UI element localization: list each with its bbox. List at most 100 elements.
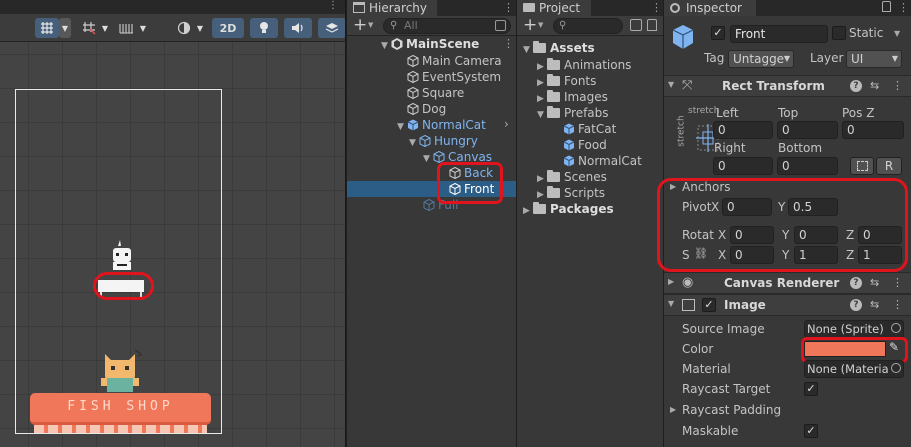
shading-dropdown-icon[interactable]: ▼ xyxy=(195,18,205,38)
lock-icon[interactable] xyxy=(647,19,657,31)
snap-dropdown-icon[interactable]: ▼ xyxy=(100,18,110,38)
collapse-icon[interactable]: ▶ xyxy=(670,402,676,418)
audio-icon[interactable] xyxy=(284,18,312,38)
shading-icon[interactable] xyxy=(173,18,195,38)
tree-item-dog[interactable]: Dog xyxy=(407,101,446,117)
object-picker-icon[interactable] xyxy=(891,323,901,333)
tree-item-label: MainScene xyxy=(406,37,480,51)
posz-input[interactable]: 0 xyxy=(842,121,904,139)
effects-icon[interactable] xyxy=(318,18,345,38)
preset-icon[interactable]: ⇆ xyxy=(870,79,879,92)
hierarchy-search-input[interactable]: ⚲ All xyxy=(383,18,511,34)
tree-item-hungry[interactable]: ▼ Hungry xyxy=(409,133,478,149)
bottom-input[interactable]: 0 xyxy=(777,157,838,175)
foldout-icon[interactable]: ▼ xyxy=(668,80,674,89)
top-input[interactable]: 0 xyxy=(777,121,838,139)
layer-dropdown[interactable]: UI ▼ xyxy=(846,50,902,68)
scene-menu-icon[interactable]: ⋮ xyxy=(503,37,514,50)
folder-animations[interactable]: ▶ Animations xyxy=(537,57,631,73)
material-field[interactable]: None (Materia xyxy=(804,360,904,378)
canvas-renderer-header[interactable]: ▶ ◉ Canvas Renderer ? ⇆ ⋮ xyxy=(664,272,911,294)
left-input[interactable]: 0 xyxy=(713,121,773,139)
help-icon[interactable]: ? xyxy=(850,299,862,311)
layer-value: UI xyxy=(851,52,864,66)
foldout-icon[interactable]: ▼ xyxy=(668,299,674,308)
tree-item-square[interactable]: Square xyxy=(407,85,464,101)
lighting-icon[interactable] xyxy=(250,18,278,38)
more-icon[interactable]: ⋮ xyxy=(651,1,662,14)
preset-icon[interactable]: ⇆ xyxy=(870,298,879,311)
expand-icon[interactable]: ▼ xyxy=(523,42,533,58)
active-checkbox[interactable]: ✓ xyxy=(711,26,725,40)
folder-packages[interactable]: ▶ Packages xyxy=(523,201,614,217)
search-filter-icon[interactable] xyxy=(495,20,506,31)
2d-toggle-button[interactable]: 2D xyxy=(212,18,244,38)
tree-item-normalcat[interactable]: ▼ NormalCat xyxy=(397,117,486,133)
component-menu-icon[interactable]: ⋮ xyxy=(892,298,903,311)
folder-fonts[interactable]: ▶ Fonts xyxy=(537,73,596,89)
grid-dropdown-icon[interactable]: ▼ xyxy=(59,18,71,38)
blueprint-mode-button[interactable] xyxy=(850,157,874,175)
shop-sign[interactable]: FISH SHOP xyxy=(30,393,211,425)
expand-icon[interactable]: ▼ xyxy=(381,38,391,54)
folder-label: Scripts xyxy=(564,186,606,200)
expand-icon[interactable]: ▼ xyxy=(423,151,433,167)
right-input[interactable]: 0 xyxy=(713,157,773,175)
asset-normalcat[interactable]: NormalCat xyxy=(563,153,642,169)
ruler-icon[interactable] xyxy=(116,18,138,38)
more-icon[interactable]: ⋮ xyxy=(328,0,338,11)
tree-item-mainscene[interactable]: ▼ MainScene xyxy=(381,36,479,52)
tab-inspector[interactable]: Inspector xyxy=(664,0,756,16)
raw-edit-button[interactable]: R xyxy=(876,157,902,175)
raycast-target-checkbox[interactable]: ✓ xyxy=(804,382,818,396)
folder-scenes[interactable]: ▶ Scenes xyxy=(537,169,607,185)
object-picker-icon[interactable] xyxy=(891,363,901,373)
tree-item-eventsystem[interactable]: EventSystem xyxy=(407,69,501,85)
tag-dropdown[interactable]: Untagge ▼ xyxy=(728,50,794,68)
object-name-input[interactable]: Front xyxy=(730,25,828,43)
add-dropdown-icon[interactable]: ▼ xyxy=(538,21,543,29)
help-icon[interactable]: ? xyxy=(850,277,862,289)
component-menu-icon[interactable]: ⋮ xyxy=(892,276,903,289)
ruler-dropdown-icon[interactable]: ▼ xyxy=(138,18,148,38)
static-dropdown-icon[interactable]: ▼ xyxy=(894,29,900,38)
increment-snap-icon[interactable] xyxy=(78,18,100,38)
asset-label: FatCat xyxy=(578,122,617,136)
rect-transform-header[interactable]: ▼ ⤧ Rect Transform ? ⇆ ⋮ xyxy=(664,75,911,97)
add-dropdown-icon[interactable]: ▼ xyxy=(368,21,373,29)
maskable-checkbox[interactable]: ✓ xyxy=(804,424,818,438)
expand-icon[interactable]: ▼ xyxy=(409,135,419,151)
image-enabled-checkbox[interactable]: ✓ xyxy=(702,298,716,312)
collapse-icon[interactable]: ▶ xyxy=(523,203,533,219)
component-menu-icon[interactable]: ⋮ xyxy=(892,79,903,92)
more-icon[interactable]: ⋮ xyxy=(503,1,514,14)
asset-food[interactable]: Food xyxy=(563,137,607,153)
expand-icon[interactable]: ▼ xyxy=(537,107,547,123)
tab-hierarchy[interactable]: Hierarchy xyxy=(347,0,437,16)
source-image-field[interactable]: None (Sprite) xyxy=(804,320,904,338)
asset-fatcat[interactable]: FatCat xyxy=(563,121,616,137)
expand-icon[interactable]: ▼ xyxy=(397,119,407,135)
chevron-right-icon[interactable]: › xyxy=(504,117,509,131)
tab-project[interactable]: Project xyxy=(517,0,591,16)
lock-icon[interactable] xyxy=(882,1,891,12)
preset-icon[interactable]: ⇆ xyxy=(870,276,879,289)
folder-assets[interactable]: ▼ Assets xyxy=(523,40,595,56)
add-button[interactable]: + xyxy=(353,16,367,34)
add-button[interactable]: + xyxy=(523,16,537,34)
scene-view[interactable]: ⋮ ▼ ▼ ▼ ▼ 2D FISH SHOP xyxy=(0,0,345,447)
tree-item-main-camera[interactable]: Main Camera xyxy=(407,53,502,69)
folder-images[interactable]: ▶ Images xyxy=(537,89,608,105)
folder-scripts[interactable]: ▶ Scripts xyxy=(537,185,605,201)
project-search-input[interactable]: ⚲ xyxy=(553,18,623,34)
folder-prefabs[interactable]: ▼ Prefabs xyxy=(537,105,609,121)
filter-by-type-icon[interactable] xyxy=(630,19,642,31)
image-header[interactable]: ▼ ✓ Image ? ⇆ ⋮ xyxy=(664,294,911,316)
grid-snap-icon[interactable] xyxy=(35,18,59,38)
collapse-icon[interactable]: ▶ xyxy=(668,277,674,286)
static-checkbox[interactable] xyxy=(832,26,846,40)
help-icon[interactable]: ? xyxy=(850,80,862,92)
more-icon[interactable]: ⋮ xyxy=(898,1,909,14)
top-label: Top xyxy=(778,106,799,120)
shop-cat-sprite[interactable] xyxy=(97,348,143,399)
